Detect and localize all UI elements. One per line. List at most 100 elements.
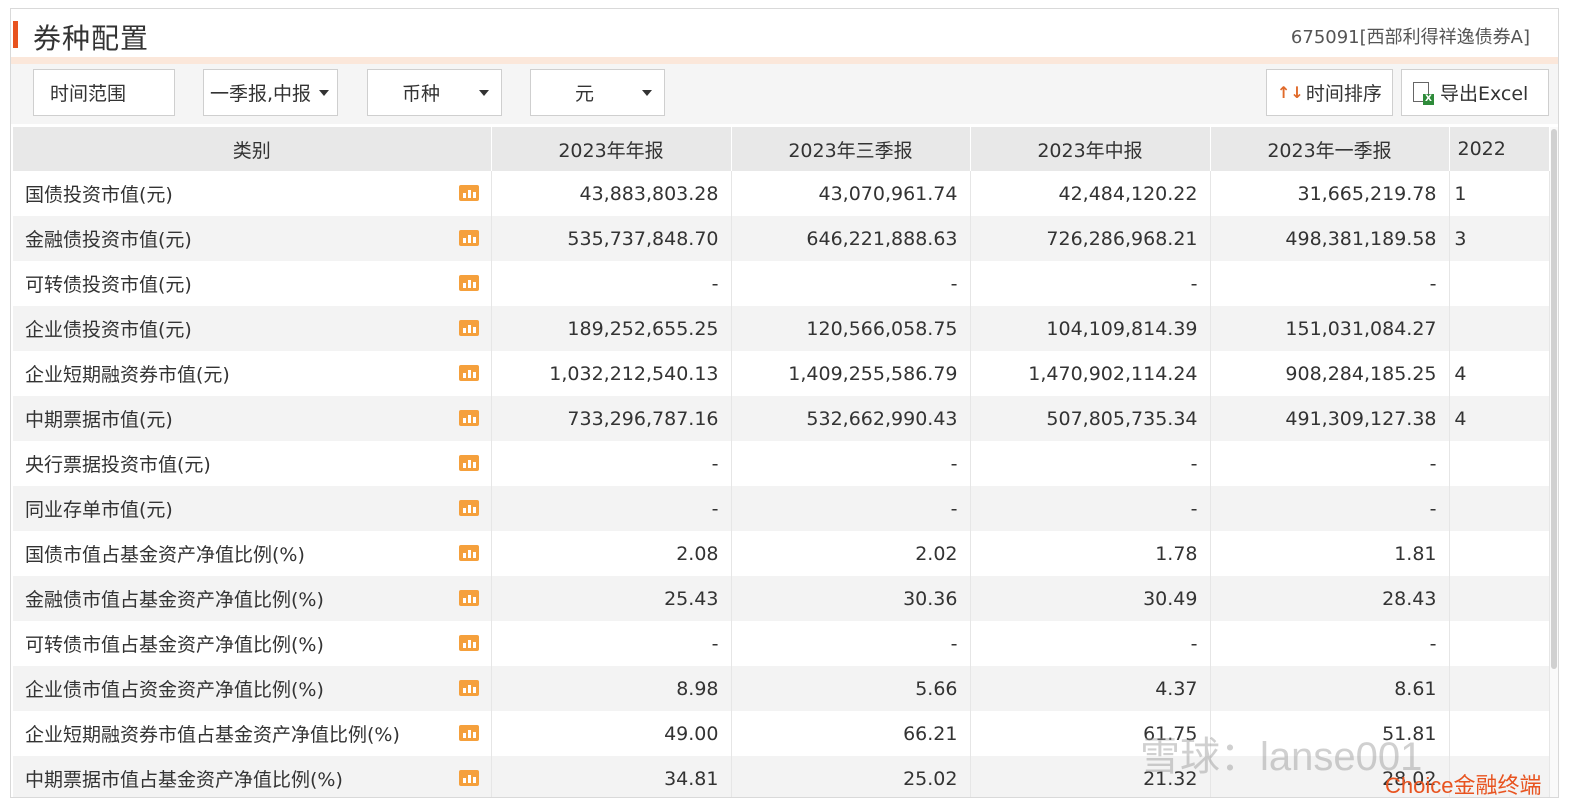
category-cell: 金融债投资市值(元) — [13, 216, 492, 261]
bar-chart-icon[interactable] — [458, 320, 479, 336]
column-header-2023-interim[interactable]: 2023年中报 — [970, 127, 1211, 171]
value-cell: 4 — [1449, 396, 1550, 441]
table-row[interactable]: 可转债投资市值(元) - - - - — [13, 261, 1550, 306]
time-sort-button[interactable]: ↑↓ 时间排序 — [1266, 69, 1393, 116]
sort-arrows-icon: ↑↓ — [1277, 83, 1304, 102]
table-row[interactable]: 国债投资市值(元) 43,883,803.28 43,070,961.74 42,48… — [13, 171, 1550, 216]
column-header-2023-q1[interactable]: 2023年一季报 — [1210, 127, 1450, 171]
value-cell: - — [731, 486, 971, 531]
value-cell: 8.98 — [491, 666, 732, 711]
category-cell: 企业债投资市值(元) — [13, 306, 492, 351]
title-underline — [11, 57, 1558, 64]
column-header-2022[interactable]: 2022 — [1449, 127, 1550, 171]
value-cell: - — [491, 261, 732, 306]
value-cell: 151,031,084.27 — [1210, 306, 1450, 351]
app-window: 券种配置 675091[西部利得祥逸债券A] 时间范围 一季报,中报 币种 元 … — [10, 8, 1559, 798]
value-cell: 25.43 — [491, 576, 732, 621]
bar-chart-icon[interactable] — [458, 230, 479, 246]
value-cell: - — [1210, 441, 1450, 486]
value-cell: - — [970, 486, 1211, 531]
value-cell: 1,409,255,586.79 — [731, 351, 971, 396]
table-row[interactable]: 金融债市值占基金资产净值比例(%) 25.43 30.36 30.49 28.43 — [13, 576, 1550, 621]
value-cell: 908,284,185.25 — [1210, 351, 1450, 396]
value-cell — [1449, 441, 1550, 486]
value-cell: 535,737,848.70 — [491, 216, 732, 261]
value-cell: 66.21 — [731, 711, 971, 756]
table-row[interactable]: 国债市值占基金资产净值比例(%) 2.08 2.02 1.78 1.81 — [13, 531, 1550, 576]
category-cell: 可转债投资市值(元) — [13, 261, 492, 306]
bar-chart-icon[interactable] — [458, 770, 479, 786]
bar-chart-icon[interactable] — [458, 680, 479, 696]
value-cell: 120,566,058.75 — [731, 306, 971, 351]
unit-dropdown[interactable]: 元 — [530, 69, 665, 116]
category-label: 企业债投资市值(元) — [25, 319, 192, 341]
watermark-text: 雪球：lanse001 — [1140, 735, 1423, 779]
table-row[interactable]: 同业存单市值(元) - - - - — [13, 486, 1550, 531]
value-cell: 49.00 — [491, 711, 732, 756]
category-label: 可转债市值占基金资产净值比例(%) — [25, 634, 324, 656]
table-row[interactable]: 企业短期融资券市值(元) 1,032,212,540.13 1,409,255,58… — [13, 351, 1550, 396]
brand-label: Choice金融终端 — [1385, 773, 1542, 798]
category-cell: 企业短期融资券市值(元) — [13, 351, 492, 396]
value-cell: 726,286,968.21 — [970, 216, 1211, 261]
category-label: 企业短期融资券市值(元) — [25, 364, 230, 386]
category-label: 可转债投资市值(元) — [25, 274, 192, 296]
category-label: 中期票据市值占基金资产净值比例(%) — [25, 769, 343, 791]
title-bar: 券种配置 675091[西部利得祥逸债券A] — [11, 9, 1558, 59]
category-cell: 金融债市值占基金资产净值比例(%) — [13, 576, 492, 621]
title-accent-bar — [13, 21, 18, 48]
report-period-dropdown[interactable]: 一季报,中报 — [203, 69, 338, 116]
column-header-2023-q3[interactable]: 2023年三季报 — [731, 127, 971, 171]
value-cell — [1449, 261, 1550, 306]
value-cell: 2.08 — [491, 531, 732, 576]
value-cell — [1449, 576, 1550, 621]
value-cell: 2.02 — [731, 531, 971, 576]
chevron-down-icon — [642, 89, 652, 96]
bar-chart-icon[interactable] — [458, 365, 479, 381]
category-cell: 央行票据投资市值(元) — [13, 441, 492, 486]
value-cell: 8.61 — [1210, 666, 1450, 711]
table-row[interactable]: 金融债投资市值(元) 535,737,848.70 646,221,888.63 72… — [13, 216, 1550, 261]
value-cell — [1449, 711, 1550, 756]
bar-chart-icon[interactable] — [458, 545, 479, 561]
category-label: 央行票据投资市值(元) — [25, 454, 211, 476]
value-cell: 532,662,990.43 — [731, 396, 971, 441]
category-cell: 可转债市值占基金资产净值比例(%) — [13, 621, 492, 666]
value-cell: 1.78 — [970, 531, 1211, 576]
category-cell: 中期票据市值占基金资产净值比例(%) — [13, 756, 492, 797]
value-cell: 43,070,961.74 — [731, 171, 971, 216]
chevron-down-icon — [479, 89, 489, 96]
value-cell — [1449, 306, 1550, 351]
fund-code-label: 675091[西部利得祥逸债券A] — [1290, 27, 1530, 48]
column-header-category[interactable]: 类别 — [13, 127, 492, 171]
value-cell: 34.81 — [491, 756, 732, 797]
excel-icon: X — [1412, 81, 1434, 105]
value-cell — [1449, 531, 1550, 576]
table-row[interactable]: 可转债市值占基金资产净值比例(%) - - - - — [13, 621, 1550, 666]
table-row[interactable]: 央行票据投资市值(元) - - - - — [13, 441, 1550, 486]
table-row[interactable]: 中期票据市值(元) 733,296,787.16 532,662,990.43 507… — [13, 396, 1550, 441]
bar-chart-icon[interactable] — [458, 455, 479, 471]
bar-chart-icon[interactable] — [458, 410, 479, 426]
column-header-2023-annual[interactable]: 2023年年报 — [491, 127, 732, 171]
value-cell: 1.81 — [1210, 531, 1450, 576]
bar-chart-icon[interactable] — [458, 185, 479, 201]
bar-chart-icon[interactable] — [458, 500, 479, 516]
scrollbar-thumb[interactable] — [1551, 129, 1557, 669]
bar-chart-icon[interactable] — [458, 635, 479, 651]
category-label: 国债投资市值(元) — [25, 184, 173, 206]
table-row[interactable]: 企业债市值占资金资产净值比例(%) 8.98 5.66 4.37 8.61 — [13, 666, 1550, 711]
bar-chart-icon[interactable] — [458, 725, 479, 741]
currency-dropdown[interactable]: 币种 — [367, 69, 502, 116]
page-title: 券种配置 — [33, 22, 150, 55]
value-cell: 30.36 — [731, 576, 971, 621]
export-excel-button[interactable]: X 导出Excel — [1401, 69, 1549, 116]
table-row[interactable]: 企业债投资市值(元) 189,252,655.25 120,566,058.75 10… — [13, 306, 1550, 351]
bar-chart-icon[interactable] — [458, 275, 479, 291]
value-cell: 104,109,814.39 — [970, 306, 1211, 351]
value-cell: 189,252,655.25 — [491, 306, 732, 351]
value-cell: 491,309,127.38 — [1210, 396, 1450, 441]
value-cell: - — [970, 261, 1211, 306]
category-label: 企业债市值占资金资产净值比例(%) — [25, 679, 324, 701]
bar-chart-icon[interactable] — [458, 590, 479, 606]
